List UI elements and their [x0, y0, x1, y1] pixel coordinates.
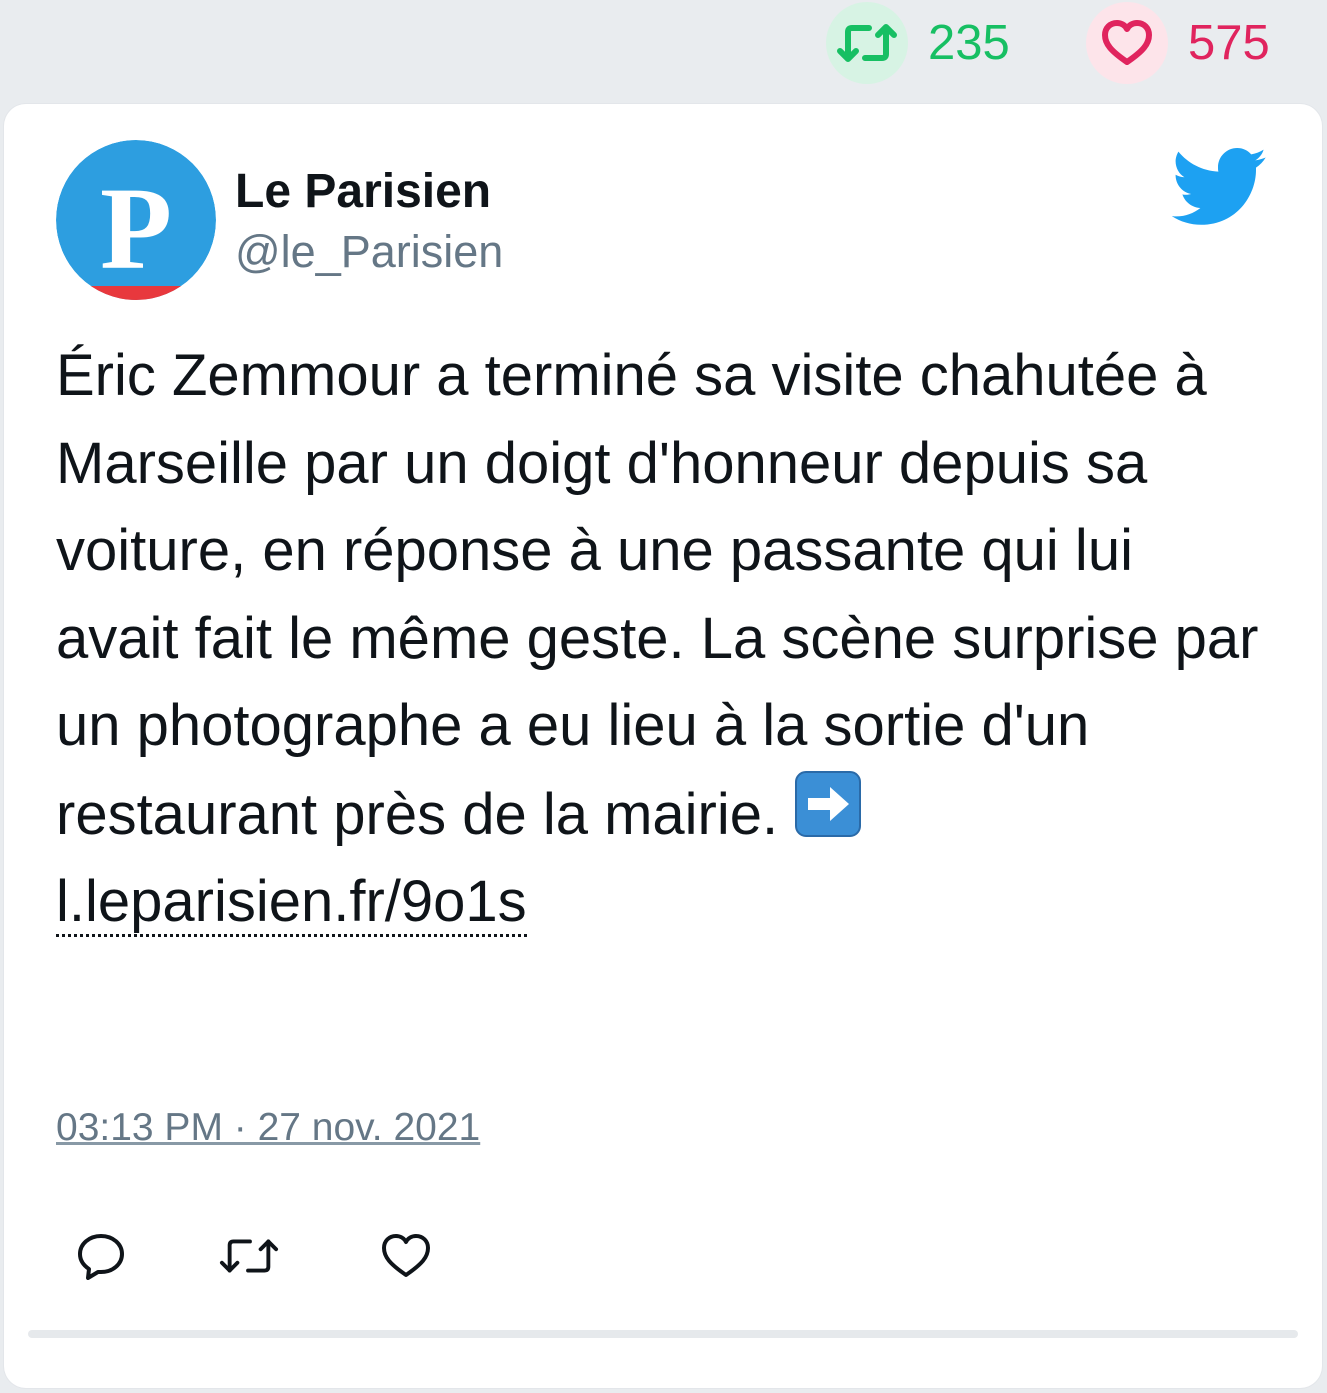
divider	[28, 1330, 1298, 1338]
reply-icon[interactable]	[71, 1226, 131, 1286]
retweet-stat[interactable]: 235	[826, 2, 1010, 84]
retweet-stat-icon	[826, 2, 908, 84]
tweet-timestamp[interactable]: 03:13 PM · 27 nov. 2021	[56, 1106, 480, 1150]
tweet-card: P Le Parisien @le_Parisien Éric Zemmour …	[4, 104, 1322, 1388]
twitter-bird-icon[interactable]	[1171, 148, 1268, 233]
right-arrow-emoji	[794, 770, 862, 838]
retweet-count: 235	[928, 16, 1010, 70]
like-icon[interactable]	[376, 1226, 436, 1286]
like-stat[interactable]: 575	[1086, 2, 1270, 84]
tweet-body: Éric Zemmour a terminé sa visite chahuté…	[56, 343, 1259, 847]
svg-text:P: P	[100, 163, 172, 294]
retweet-icon[interactable]	[219, 1226, 279, 1286]
like-count: 575	[1188, 16, 1270, 70]
tweet-link[interactable]: l.leparisien.fr/9o1s	[56, 869, 527, 937]
tweet-text: Éric Zemmour a terminé sa visite chahuté…	[56, 332, 1271, 946]
author-name[interactable]: Le Parisien	[235, 162, 491, 222]
heart-stat-icon	[1086, 2, 1168, 84]
author-handle[interactable]: @le_Parisien	[235, 224, 503, 280]
engagement-stats: 235 575	[0, 0, 1327, 96]
avatar[interactable]: P	[56, 140, 216, 300]
